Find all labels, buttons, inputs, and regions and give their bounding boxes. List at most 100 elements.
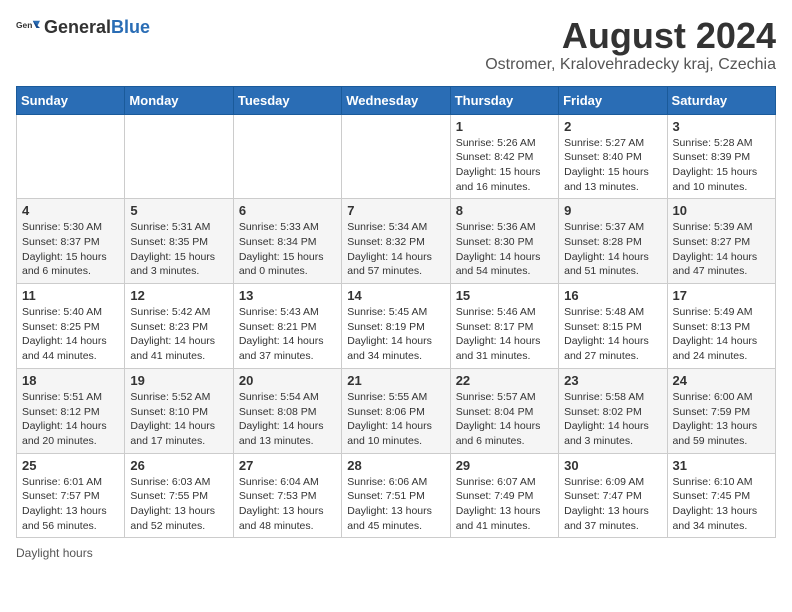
calendar-cell: 25Sunrise: 6:01 AM Sunset: 7:57 PM Dayli… bbox=[17, 453, 125, 538]
logo-blue-text: Blue bbox=[111, 17, 150, 37]
day-number: 13 bbox=[239, 288, 336, 303]
day-info: Sunrise: 5:55 AM Sunset: 8:06 PM Dayligh… bbox=[347, 390, 444, 449]
day-number: 18 bbox=[22, 373, 119, 388]
location: Ostromer, Kralovehradecky kraj, Czechia bbox=[485, 56, 776, 74]
day-number: 11 bbox=[22, 288, 119, 303]
calendar-cell: 22 Sunrise: 5:57 AM Sunset: 8:04 PM Dayli… bbox=[450, 368, 558, 453]
day-number: 6 bbox=[239, 203, 336, 218]
day-number: 8 bbox=[456, 203, 553, 218]
calendar-cell: 9Sunrise: 5:37 AM Sunset: 8:28 PM Daylig… bbox=[559, 199, 667, 284]
calendar-cell: 19 Sunrise: 5:52 AM Sunset: 8:10 PM Dayli… bbox=[125, 368, 233, 453]
day-info: Sunrise: 5:37 AM Sunset: 8:28 PM Dayligh… bbox=[564, 220, 661, 279]
day-number: 29 bbox=[456, 458, 553, 473]
day-info: Sunrise: 6:09 AM Sunset: 7:47 PM Dayligh… bbox=[564, 475, 661, 534]
calendar-header-monday: Monday bbox=[125, 86, 233, 114]
calendar-week-4: 18 Sunrise: 5:51 AM Sunset: 8:12 PM Dayli… bbox=[17, 368, 776, 453]
day-info: Sunrise: 5:27 AM Sunset: 8:40 PM Dayligh… bbox=[564, 136, 661, 195]
day-info: Sunrise: 6:06 AM Sunset: 7:51 PM Dayligh… bbox=[347, 475, 444, 534]
calendar-week-5: 25Sunrise: 6:01 AM Sunset: 7:57 PM Dayli… bbox=[17, 453, 776, 538]
calendar-cell: 6 Sunrise: 5:33 AM Sunset: 8:34 PM Daylig… bbox=[233, 199, 341, 284]
day-number: 30 bbox=[564, 458, 661, 473]
month-year: August 2024 bbox=[485, 16, 776, 56]
day-number: 2 bbox=[564, 119, 661, 134]
day-info: Sunrise: 5:39 AM Sunset: 8:27 PM Dayligh… bbox=[673, 220, 770, 279]
day-info: Sunrise: 5:52 AM Sunset: 8:10 PM Dayligh… bbox=[130, 390, 227, 449]
day-info: Sunrise: 5:45 AM Sunset: 8:19 PM Dayligh… bbox=[347, 305, 444, 364]
calendar-cell: 14 Sunrise: 5:45 AM Sunset: 8:19 PM Dayli… bbox=[342, 284, 450, 369]
calendar-cell bbox=[342, 114, 450, 199]
calendar-cell: 20 Sunrise: 5:54 AM Sunset: 8:08 PM Dayli… bbox=[233, 368, 341, 453]
logo-general-text: General bbox=[44, 17, 111, 37]
calendar-cell: 21 Sunrise: 5:55 AM Sunset: 8:06 PM Dayli… bbox=[342, 368, 450, 453]
day-info: Sunrise: 5:51 AM Sunset: 8:12 PM Dayligh… bbox=[22, 390, 119, 449]
calendar-cell: 5 Sunrise: 5:31 AM Sunset: 8:35 PM Daylig… bbox=[125, 199, 233, 284]
calendar-cell: 24Sunrise: 6:00 AM Sunset: 7:59 PM Dayli… bbox=[667, 368, 775, 453]
day-info: Sunrise: 5:28 AM Sunset: 8:39 PM Dayligh… bbox=[673, 136, 770, 195]
day-info: Sunrise: 6:04 AM Sunset: 7:53 PM Dayligh… bbox=[239, 475, 336, 534]
calendar-cell: 8 Sunrise: 5:36 AM Sunset: 8:30 PM Daylig… bbox=[450, 199, 558, 284]
day-number: 25 bbox=[22, 458, 119, 473]
calendar-cell: 10 Sunrise: 5:39 AM Sunset: 8:27 PM Dayli… bbox=[667, 199, 775, 284]
day-info: Sunrise: 5:30 AM Sunset: 8:37 PM Dayligh… bbox=[22, 220, 119, 279]
day-info: Sunrise: 5:49 AM Sunset: 8:13 PM Dayligh… bbox=[673, 305, 770, 364]
day-info: Sunrise: 5:26 AM Sunset: 8:42 PM Dayligh… bbox=[456, 136, 553, 195]
day-info: Sunrise: 5:36 AM Sunset: 8:30 PM Dayligh… bbox=[456, 220, 553, 279]
calendar-cell: 7 Sunrise: 5:34 AM Sunset: 8:32 PM Daylig… bbox=[342, 199, 450, 284]
calendar-header-thursday: Thursday bbox=[450, 86, 558, 114]
day-info: Sunrise: 5:58 AM Sunset: 8:02 PM Dayligh… bbox=[564, 390, 661, 449]
calendar-cell: 11 Sunrise: 5:40 AM Sunset: 8:25 PM Dayli… bbox=[17, 284, 125, 369]
calendar-cell: 28Sunrise: 6:06 AM Sunset: 7:51 PM Dayli… bbox=[342, 453, 450, 538]
day-number: 10 bbox=[673, 203, 770, 218]
day-info: Sunrise: 5:34 AM Sunset: 8:32 PM Dayligh… bbox=[347, 220, 444, 279]
calendar-cell bbox=[17, 114, 125, 199]
calendar-cell: 23 Sunrise: 5:58 AM Sunset: 8:02 PM Dayli… bbox=[559, 368, 667, 453]
calendar-cell bbox=[125, 114, 233, 199]
calendar-header-sunday: Sunday bbox=[17, 86, 125, 114]
calendar-cell: 29Sunrise: 6:07 AM Sunset: 7:49 PM Dayli… bbox=[450, 453, 558, 538]
day-number: 1 bbox=[456, 119, 553, 134]
day-info: Sunrise: 5:43 AM Sunset: 8:21 PM Dayligh… bbox=[239, 305, 336, 364]
calendar-cell: 1 Sunrise: 5:26 AM Sunset: 8:42 PM Daylig… bbox=[450, 114, 558, 199]
day-info: Sunrise: 5:31 AM Sunset: 8:35 PM Dayligh… bbox=[130, 220, 227, 279]
day-number: 31 bbox=[673, 458, 770, 473]
calendar-header-friday: Friday bbox=[559, 86, 667, 114]
day-info: Sunrise: 5:40 AM Sunset: 8:25 PM Dayligh… bbox=[22, 305, 119, 364]
day-number: 27 bbox=[239, 458, 336, 473]
calendar-cell: 12Sunrise: 5:42 AM Sunset: 8:23 PM Dayli… bbox=[125, 284, 233, 369]
day-info: Sunrise: 5:48 AM Sunset: 8:15 PM Dayligh… bbox=[564, 305, 661, 364]
calendar-week-2: 4 Sunrise: 5:30 AM Sunset: 8:37 PM Daylig… bbox=[17, 199, 776, 284]
day-number: 23 bbox=[564, 373, 661, 388]
day-info: Sunrise: 6:10 AM Sunset: 7:45 PM Dayligh… bbox=[673, 475, 770, 534]
day-info: Sunrise: 5:46 AM Sunset: 8:17 PM Dayligh… bbox=[456, 305, 553, 364]
day-number: 4 bbox=[22, 203, 119, 218]
calendar-cell: 30 Sunrise: 6:09 AM Sunset: 7:47 PM Dayli… bbox=[559, 453, 667, 538]
day-info: Sunrise: 5:33 AM Sunset: 8:34 PM Dayligh… bbox=[239, 220, 336, 279]
calendar-cell: 31 Sunrise: 6:10 AM Sunset: 7:45 PM Dayli… bbox=[667, 453, 775, 538]
day-number: 5 bbox=[130, 203, 227, 218]
day-info: Sunrise: 5:57 AM Sunset: 8:04 PM Dayligh… bbox=[456, 390, 553, 449]
day-number: 7 bbox=[347, 203, 444, 218]
calendar-cell: 17Sunrise: 5:49 AM Sunset: 8:13 PM Dayli… bbox=[667, 284, 775, 369]
day-number: 16 bbox=[564, 288, 661, 303]
calendar-cell: 26Sunrise: 6:03 AM Sunset: 7:55 PM Dayli… bbox=[125, 453, 233, 538]
calendar-cell: 2 Sunrise: 5:27 AM Sunset: 8:40 PM Daylig… bbox=[559, 114, 667, 199]
title-area: August 2024 Ostromer, Kralovehradecky kr… bbox=[485, 16, 776, 74]
calendar-cell: 18 Sunrise: 5:51 AM Sunset: 8:12 PM Dayli… bbox=[17, 368, 125, 453]
calendar: SundayMondayTuesdayWednesdayThursdayFrid… bbox=[16, 86, 776, 539]
logo-icon: Gen bbox=[16, 16, 40, 40]
day-number: 14 bbox=[347, 288, 444, 303]
day-number: 26 bbox=[130, 458, 227, 473]
calendar-cell bbox=[233, 114, 341, 199]
header: Gen GeneralBlue August 2024 Ostromer, Kr… bbox=[16, 16, 776, 74]
day-number: 24 bbox=[673, 373, 770, 388]
calendar-cell: 15Sunrise: 5:46 AM Sunset: 8:17 PM Dayli… bbox=[450, 284, 558, 369]
day-number: 12 bbox=[130, 288, 227, 303]
day-number: 20 bbox=[239, 373, 336, 388]
calendar-cell: 27 Sunrise: 6:04 AM Sunset: 7:53 PM Dayli… bbox=[233, 453, 341, 538]
calendar-cell: 3Sunrise: 5:28 AM Sunset: 8:39 PM Daylig… bbox=[667, 114, 775, 199]
day-number: 21 bbox=[347, 373, 444, 388]
day-number: 22 bbox=[456, 373, 553, 388]
day-number: 19 bbox=[130, 373, 227, 388]
day-info: Sunrise: 5:54 AM Sunset: 8:08 PM Dayligh… bbox=[239, 390, 336, 449]
calendar-header-wednesday: Wednesday bbox=[342, 86, 450, 114]
